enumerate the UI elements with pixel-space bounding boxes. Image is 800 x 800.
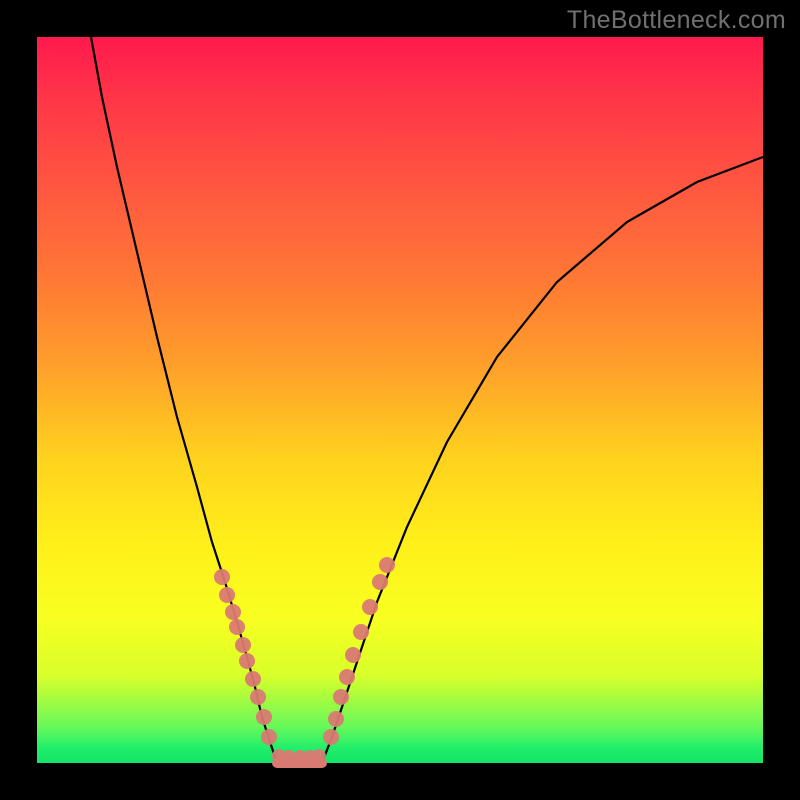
data-point	[225, 604, 241, 620]
data-point	[229, 619, 245, 635]
data-point	[245, 671, 261, 687]
data-point	[353, 624, 369, 640]
data-point	[372, 574, 388, 590]
data-point	[235, 637, 251, 653]
data-point	[323, 729, 339, 745]
chart-frame: TheBottleneck.com	[0, 0, 800, 800]
data-point	[312, 749, 326, 763]
data-point	[214, 569, 230, 585]
right-branch-curve	[322, 157, 763, 763]
data-point	[333, 689, 349, 705]
data-point	[250, 689, 266, 705]
data-point	[379, 557, 395, 573]
data-point	[339, 669, 355, 685]
plot-area	[37, 37, 763, 763]
data-points	[214, 557, 395, 764]
watermark-text: TheBottleneck.com	[567, 6, 786, 35]
data-point	[256, 709, 272, 725]
data-point	[261, 729, 277, 745]
data-point	[219, 587, 235, 603]
data-point	[362, 599, 378, 615]
curve-layer	[37, 37, 763, 763]
data-point	[345, 647, 361, 663]
data-point	[328, 711, 344, 727]
data-point	[239, 653, 255, 669]
